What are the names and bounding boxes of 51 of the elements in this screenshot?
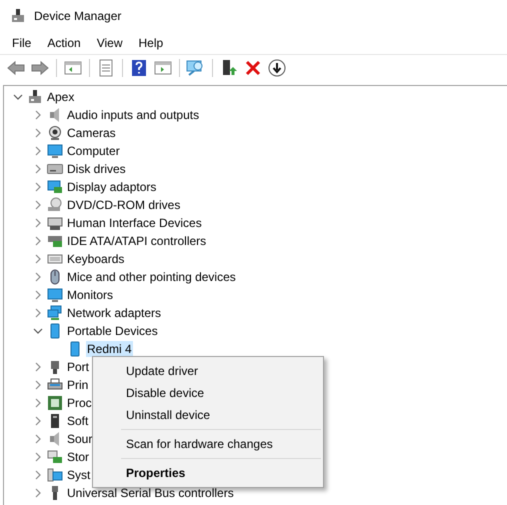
tree-item[interactable]: Network adapters (66, 305, 162, 321)
download-icon[interactable] (267, 58, 287, 78)
menu-item[interactable]: Uninstall device (93, 404, 323, 426)
tree-item[interactable]: IDE ATA/ATAPI controllers (66, 233, 208, 249)
tree-item[interactable]: Universal Serial Bus controllers (66, 485, 235, 501)
tree-item[interactable]: Disk drives (66, 161, 127, 177)
tree-item[interactable]: Apex (46, 89, 76, 105)
forward-icon[interactable] (30, 58, 50, 78)
tree-item[interactable]: Cameras (66, 125, 117, 141)
tree-item[interactable]: Human Interface Devices (66, 215, 203, 231)
computer-icon (47, 467, 63, 483)
tree-item[interactable]: Mice and other pointing devices (66, 269, 237, 285)
drive-icon (47, 161, 63, 177)
menu-item[interactable]: Action (39, 34, 89, 52)
tree-item[interactable]: Prin (66, 377, 90, 393)
webcam-icon (47, 125, 63, 141)
disc-drive-icon (47, 197, 63, 213)
help-icon[interactable] (129, 58, 149, 78)
computer-device-icon (27, 89, 43, 105)
monitor-icon (47, 143, 63, 159)
window-title: Device Manager (34, 9, 122, 23)
tree-item[interactable]: Proc (66, 395, 93, 411)
tree-item[interactable]: Display adaptors (66, 179, 158, 195)
close-icon[interactable] (243, 58, 263, 78)
menu-item[interactable]: Properties (93, 462, 323, 484)
tree-item[interactable]: Keyboards (66, 251, 126, 267)
menu-item[interactable]: Help (130, 34, 172, 52)
menu-item[interactable]: File (4, 34, 40, 52)
menu-item[interactable]: Update driver (93, 360, 323, 382)
back-icon[interactable] (6, 58, 26, 78)
chip-icon (47, 395, 63, 411)
tree-item[interactable]: Syst (66, 467, 92, 483)
monitor-board-icon (47, 179, 63, 195)
network-icon (47, 305, 63, 321)
tree-item[interactable]: Sour (66, 431, 94, 447)
tree-item[interactable]: DVD/CD-ROM drives (66, 197, 182, 213)
tree-item[interactable]: Port (66, 359, 90, 375)
menu-item[interactable]: View (88, 34, 130, 52)
tree-item[interactable]: Audio inputs and outputs (66, 107, 200, 123)
tree-item[interactable]: Computer (66, 143, 121, 159)
drive-board-icon (47, 449, 63, 465)
menu-item[interactable]: Scan for hardware changes (93, 433, 323, 455)
tree-item[interactable]: Monitors (66, 287, 114, 303)
monitor-icon (47, 287, 63, 303)
tree-item[interactable]: Redmi 4 (86, 341, 133, 357)
tree-item[interactable]: Portable Devices (66, 323, 159, 339)
menu-item[interactable]: Disable device (93, 382, 323, 404)
tree-item[interactable]: Stor (66, 449, 90, 465)
app-icon (10, 8, 26, 24)
controller-board-icon (47, 233, 63, 249)
tree-item[interactable]: Soft (66, 413, 90, 429)
